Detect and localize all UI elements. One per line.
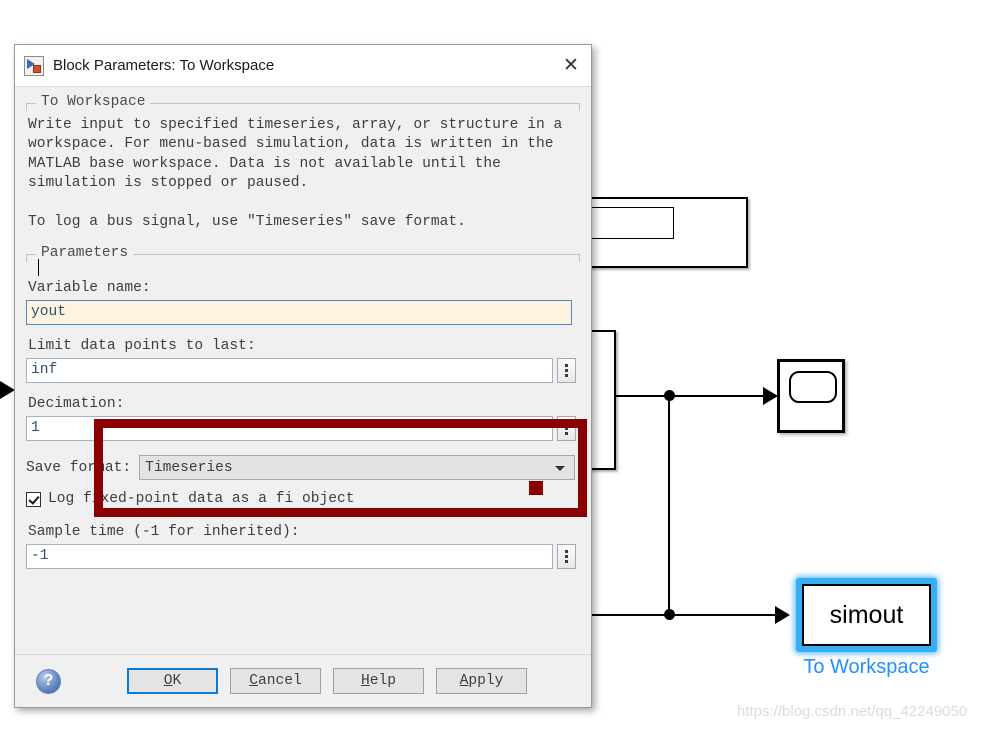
log-fixed-point-checkbox[interactable] [26, 491, 41, 507]
help-question-icon[interactable]: ? [36, 668, 61, 694]
save-format-value: Timeseries [145, 459, 233, 476]
cancel-button-label: ancel [257, 673, 302, 689]
decimation-row: 1 [26, 416, 580, 442]
variable-name-label: Variable name: [28, 280, 151, 297]
limit-data-points-input[interactable]: inf [26, 358, 553, 384]
description-group-legend: To Workspace [36, 94, 151, 110]
decimation-label: Decimation: [28, 396, 125, 413]
decimation-input[interactable]: 1 [26, 416, 553, 442]
limit-data-points-label: Limit data points to last: [28, 338, 256, 355]
sample-time-label: Sample time (-1 for inherited): [28, 524, 300, 541]
block-parameters-dialog: Block Parameters: To Workspace ✕ To Work… [14, 44, 592, 708]
scope-block[interactable] [777, 359, 845, 433]
simout-block-text: simout [829, 600, 904, 629]
sample-time-input[interactable]: -1 [26, 544, 553, 570]
text-caret [38, 259, 39, 277]
vertical-dots-icon[interactable] [557, 358, 576, 384]
simulink-block-icon [24, 55, 44, 76]
dialog-titlebar[interactable]: Block Parameters: To Workspace ✕ [15, 45, 591, 87]
limit-data-points-row: inf [26, 358, 580, 384]
help-button-label: elp [369, 673, 397, 689]
dialog-title: Block Parameters: To Workspace [53, 57, 275, 74]
apply-button[interactable]: Apply [436, 668, 527, 694]
signal-line-to-scope[interactable] [614, 395, 776, 397]
signal-arrow-left [0, 381, 15, 399]
signal-arrow-scope [763, 387, 778, 405]
diagram-block-top-inner [580, 207, 674, 239]
watermark: https://blog.csdn.net/qq_42249050 [737, 703, 968, 720]
description-text: Write input to specified timeseries, arr… [28, 117, 563, 231]
signal-line-to-simout[interactable] [580, 614, 786, 616]
ok-button-mnemonic: O [163, 673, 173, 689]
save-format-select[interactable]: Timeseries [139, 455, 576, 481]
dialog-button-bar: ? OK Cancel Help Apply [15, 654, 591, 707]
screen: simout To Workspace https://blog.csdn.ne… [0, 0, 992, 729]
signal-arrow-simout [775, 606, 790, 624]
help-button[interactable]: Help [333, 668, 424, 694]
help-button-mnemonic: H [360, 673, 370, 689]
vertical-dots-icon[interactable] [557, 416, 576, 442]
variable-name-input[interactable]: yout [26, 300, 572, 326]
cancel-button-mnemonic: C [249, 673, 258, 689]
apply-button-mnemonic: A [459, 673, 469, 689]
signal-junction-bottom [664, 609, 675, 620]
ok-button-label: K [172, 673, 182, 689]
save-format-label: Save format: [26, 459, 132, 476]
dialog-buttons: OK Cancel Help Apply [127, 668, 527, 694]
description-group: To Workspace Write input to specified ti… [26, 94, 580, 232]
close-icon[interactable]: ✕ [551, 45, 591, 86]
vertical-dots-icon[interactable] [557, 544, 576, 570]
parameters-group-legend: Parameters [36, 245, 134, 262]
parameters-group: Parameters Variable name: yout Limit dat… [26, 245, 580, 570]
scope-icon [789, 371, 837, 403]
log-fixed-point-row[interactable]: Log fixed-point data as a fi object [26, 491, 580, 507]
apply-button-label: pply [468, 673, 504, 689]
simout-block[interactable]: simout [802, 584, 931, 646]
dialog-body: To Workspace Write input to specified ti… [15, 94, 591, 570]
simout-block-caption: To Workspace [803, 656, 930, 678]
log-fixed-point-label: Log fixed-point data as a fi object [48, 491, 355, 508]
chevron-down-icon [555, 465, 566, 471]
ok-button[interactable]: OK [127, 668, 218, 694]
red-square-marker [529, 481, 543, 495]
signal-line-branch[interactable] [668, 395, 670, 617]
cancel-button[interactable]: Cancel [230, 668, 321, 694]
diagram-block-top[interactable] [580, 197, 748, 268]
variable-name-row: yout [26, 259, 580, 326]
sample-time-row: -1 [26, 544, 580, 570]
save-format-row: Save format: Timeseries [26, 455, 580, 481]
